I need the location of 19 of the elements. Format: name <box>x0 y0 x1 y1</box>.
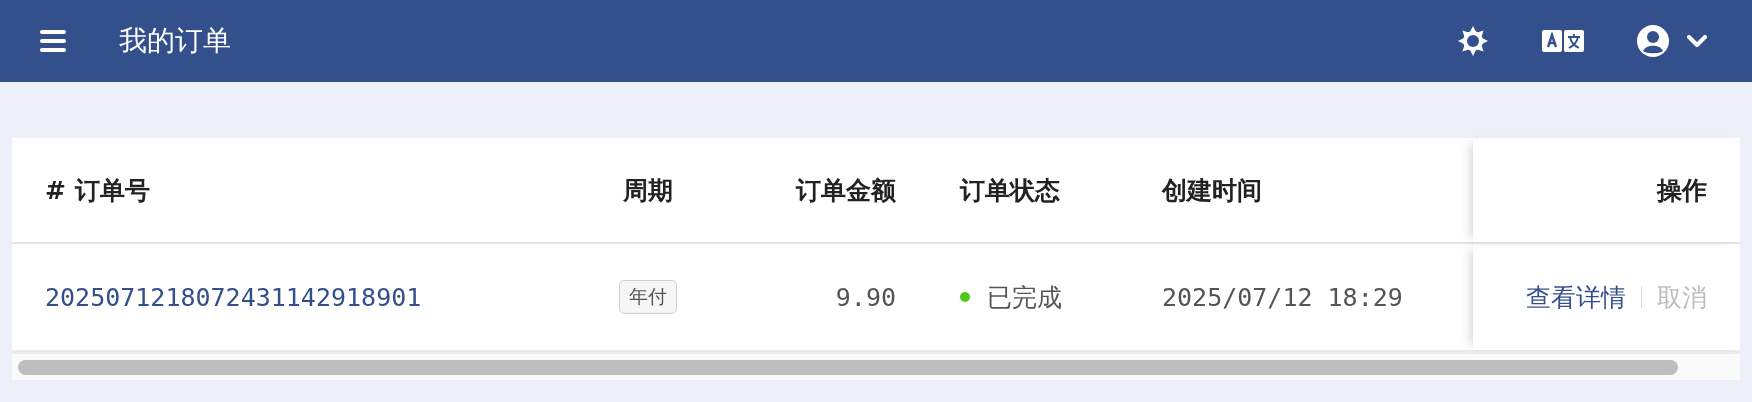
column-header: 订单金额 <box>796 174 896 207</box>
page-title: 我的订单 <box>119 23 231 59</box>
amount-text: 9.90 <box>835 282 896 312</box>
created-time: 2025/07/12 18:29 <box>1162 282 1403 312</box>
translate-icon[interactable] <box>1542 30 1584 52</box>
order-number-link[interactable]: 2025071218072431142918901 <box>45 282 422 312</box>
status-text: 已完成 <box>987 281 1062 314</box>
column-header: # 订单号 <box>45 174 150 207</box>
column-header: 操作 <box>1657 174 1707 207</box>
user-avatar-icon[interactable] <box>1637 25 1669 57</box>
action-link[interactable]: 查看详情 <box>1526 280 1626 314</box>
period-tag: 年付 <box>618 280 677 314</box>
sun-icon[interactable] <box>1457 25 1489 57</box>
column-header: 周期 <box>622 174 673 207</box>
menu-icon[interactable] <box>40 30 66 52</box>
horizontal-scrollbar[interactable] <box>12 350 1740 380</box>
column-header: 创建时间 <box>1162 174 1262 207</box>
chevron-down-icon[interactable] <box>1687 35 1707 47</box>
column-header: 订单状态 <box>960 174 1060 207</box>
